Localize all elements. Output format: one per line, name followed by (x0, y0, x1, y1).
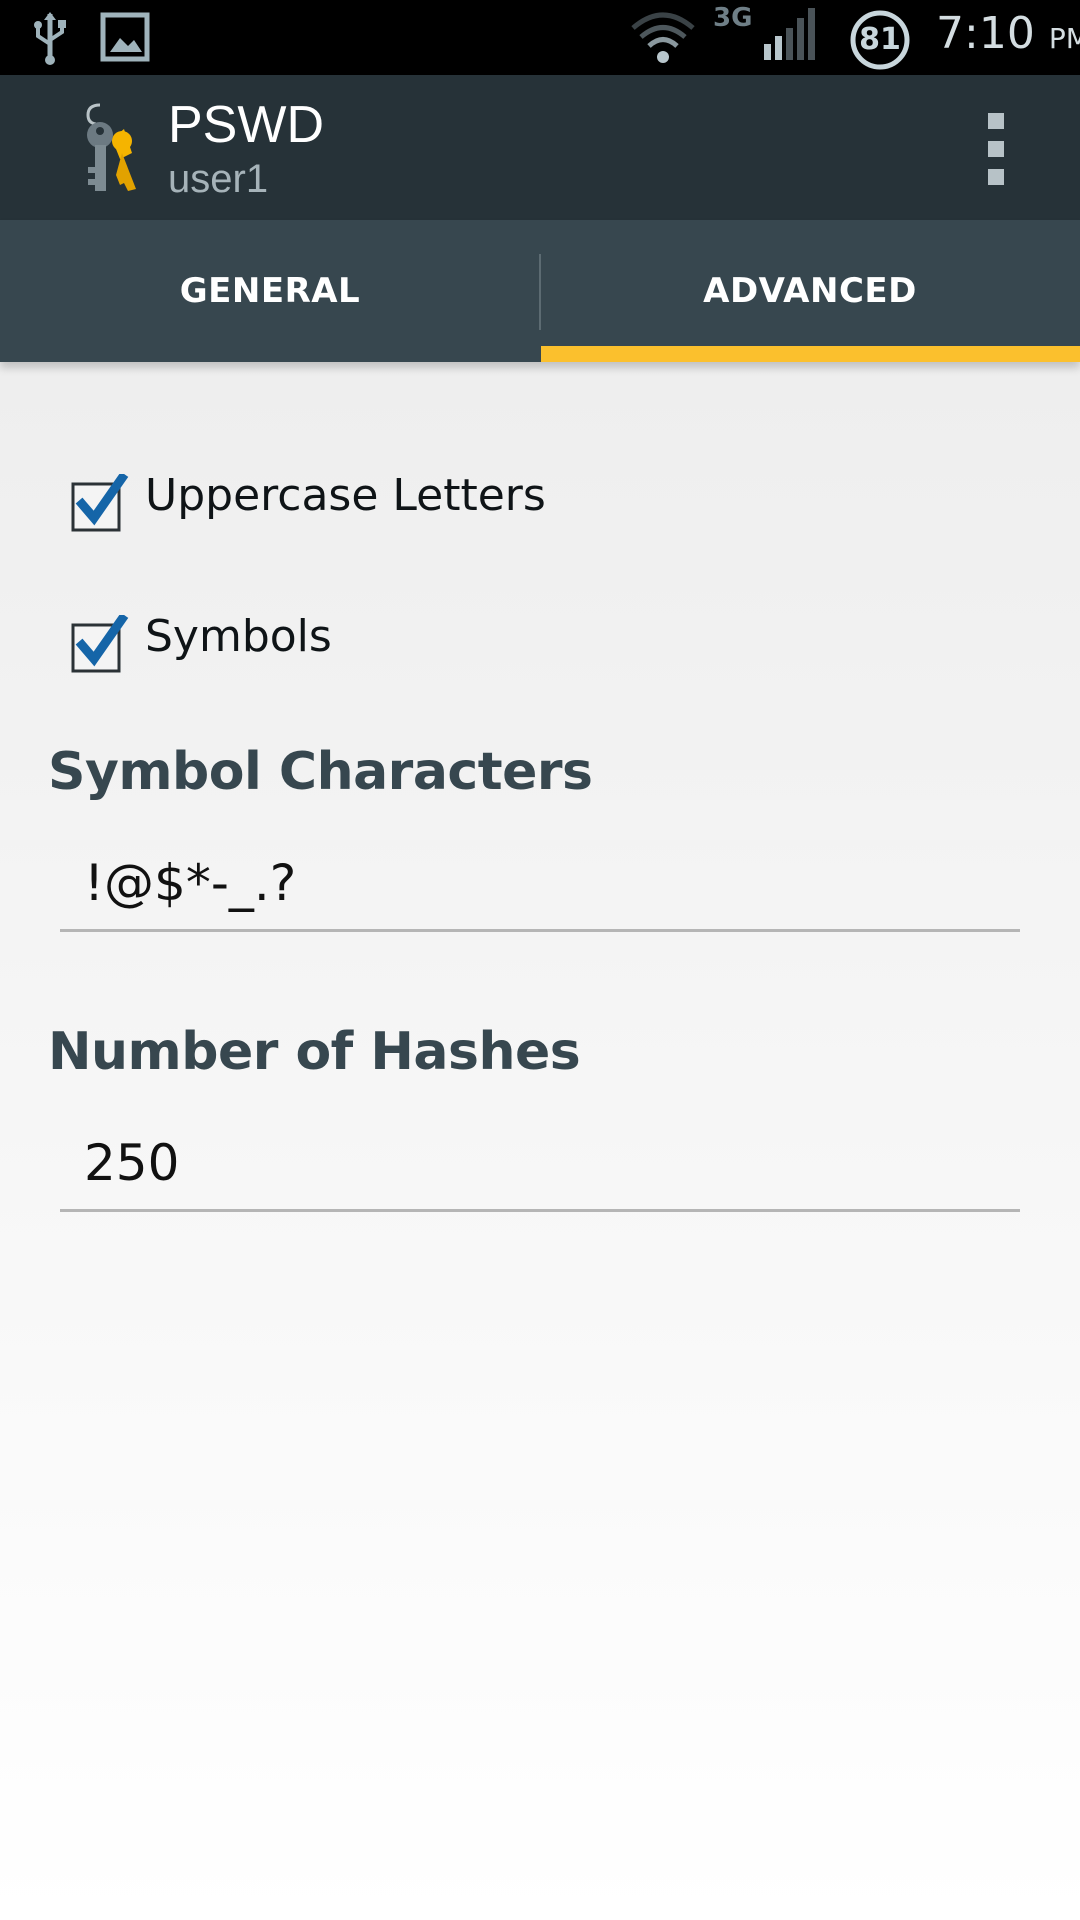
number-of-hashes-heading: Number of Hashes (48, 1022, 581, 1082)
tab-selected-indicator (541, 346, 1080, 362)
app-bar: PSWD user1 (0, 75, 1080, 220)
tab-general[interactable]: GENERAL (0, 220, 540, 362)
symbol-characters-heading: Symbol Characters (48, 742, 593, 802)
status-bar: 3G 81 7:10 PM (0, 0, 1080, 75)
symbol-characters-value: !@$*-_.? (84, 854, 297, 912)
app-subtitle: user1 (168, 157, 269, 201)
advanced-settings-panel: Uppercase Letters Symbols Symbol Charact… (0, 362, 1080, 1920)
battery-level: 81 (859, 22, 901, 57)
uppercase-checkbox[interactable] (70, 474, 130, 534)
app-title: PSWD (168, 96, 324, 154)
cell-signal-icon (764, 8, 815, 60)
symbol-characters-field[interactable]: !@$*-_.? (60, 842, 1020, 932)
number-of-hashes-field[interactable]: 250 (60, 1122, 1020, 1212)
clock-time: 7:10 (936, 8, 1035, 59)
overflow-menu-icon[interactable] (980, 113, 1012, 185)
usb-icon (34, 12, 66, 65)
symbols-checkbox[interactable] (70, 615, 130, 675)
tab-bar: GENERAL ADVANCED (0, 220, 1080, 362)
image-notification-icon (100, 12, 150, 62)
wifi-icon (631, 12, 695, 63)
clock-ampm: PM (1048, 22, 1080, 55)
uppercase-letters-label: Uppercase Letters (145, 470, 546, 521)
number-of-hashes-value: 250 (84, 1134, 180, 1192)
network-type-label: 3G (713, 3, 753, 33)
tab-advanced[interactable]: ADVANCED (540, 220, 1080, 362)
status-clock: 7:10 PM (936, 8, 1080, 59)
keys-icon (86, 103, 136, 191)
symbols-label: Symbols (145, 611, 332, 662)
